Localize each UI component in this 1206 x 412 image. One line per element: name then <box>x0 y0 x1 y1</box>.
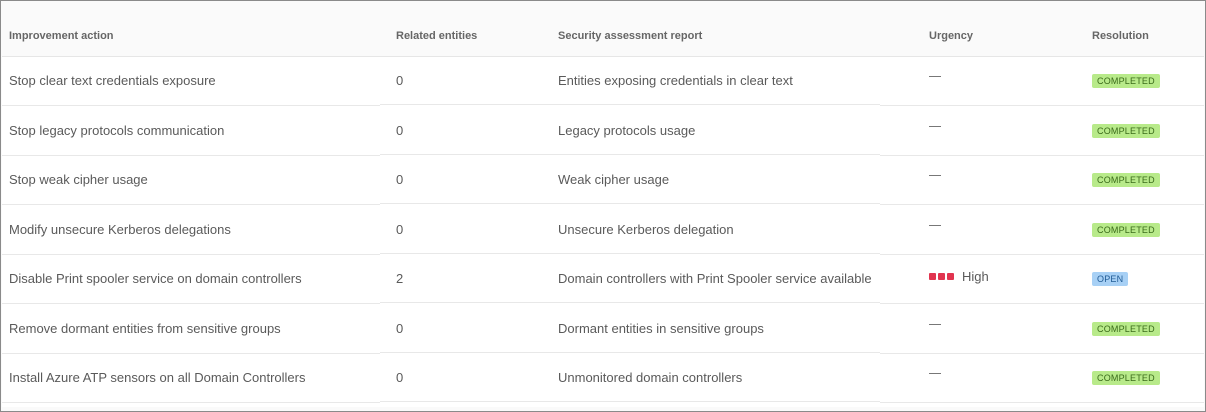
security-assessment-report-cell[interactable]: Entities exposing credentials in clear t… <box>558 56 878 105</box>
improvement-action-cell[interactable]: Disable Print spooler service on domain … <box>9 254 389 303</box>
related-entities-cell: 0 <box>396 123 404 138</box>
related-entities-cell: 0 <box>396 73 404 88</box>
row-divider <box>380 401 880 402</box>
urgency-cell <box>929 205 1079 254</box>
security-assessment-report-cell[interactable]: Legacy protocols usage <box>558 106 878 155</box>
urgency-none-dash <box>929 373 941 374</box>
resolution-cell: COMPLETED <box>1092 106 1202 155</box>
table-row[interactable]: Install Azure ATP sensors on all Domain … <box>2 353 1204 403</box>
improvement-action-cell[interactable]: Remove dormant entities from sensitive g… <box>9 304 389 353</box>
resolution-cell: COMPLETED <box>1092 205 1202 254</box>
related-entities-cell: 2 <box>396 271 404 286</box>
urgency-none-dash <box>929 126 941 127</box>
row-divider <box>880 402 1204 403</box>
improvement-actions-table: Improvement action Related entities Secu… <box>2 15 1204 407</box>
urgency-none-dash <box>929 324 941 325</box>
column-header-urgency[interactable]: Urgency <box>929 15 1079 56</box>
status-badge-completed: COMPLETED <box>1092 370 1160 385</box>
status-badge-completed: COMPLETED <box>1092 321 1160 336</box>
column-header-improvement-action[interactable]: Improvement action <box>9 15 389 56</box>
improvement-action-cell[interactable]: Stop legacy protocols communication <box>9 106 389 155</box>
security-assessment-report-cell[interactable]: Unmonitored domain controllers <box>558 353 878 402</box>
table-row[interactable]: Modify unsecure Kerberos delegations 0 Uns… <box>2 205 1204 255</box>
table-row[interactable]: Stop legacy protocols communication 0 Lega… <box>2 106 1204 156</box>
urgency-bars-icon <box>929 273 954 280</box>
table-row[interactable]: Remove dormant entities from sensitive g… <box>2 304 1204 354</box>
urgency-cell <box>929 304 1079 353</box>
related-entities-cell: 0 <box>396 172 404 187</box>
urgency-none-dash <box>929 175 941 176</box>
improvement-action-cell[interactable]: Stop clear text credentials exposure <box>9 56 389 105</box>
improvement-action-cell[interactable]: Modify unsecure Kerberos delegations <box>9 205 389 254</box>
resolution-cell: COMPLETED <box>1092 353 1202 402</box>
row-divider <box>380 302 880 303</box>
column-header-related-entities[interactable]: Related entities <box>396 15 546 56</box>
status-badge-completed: COMPLETED <box>1092 172 1160 187</box>
security-assessment-report-cell[interactable]: Unsecure Kerberos delegation <box>558 205 878 254</box>
row-divider <box>380 203 880 204</box>
urgency-cell <box>929 155 1079 204</box>
related-entities-cell: 0 <box>396 370 404 385</box>
row-divider <box>380 104 880 105</box>
urgency-cell: High <box>929 254 1079 303</box>
urgency-cell <box>929 56 1079 105</box>
table-row[interactable]: Disable Print spooler service on domain … <box>2 254 1204 304</box>
improvement-action-cell[interactable]: Install Azure ATP sensors on all Domain … <box>9 353 389 402</box>
urgency-label: High <box>962 269 989 284</box>
resolution-cell: OPEN <box>1092 254 1202 303</box>
table-row[interactable]: Stop clear text credentials exposure 0 Ent… <box>2 56 1204 106</box>
urgency-cell <box>929 106 1079 155</box>
security-assessment-frame: Improvement action Related entities Secu… <box>0 0 1206 412</box>
improvement-action-cell[interactable]: Stop weak cipher usage <box>9 155 389 204</box>
resolution-cell: COMPLETED <box>1092 155 1202 204</box>
security-assessment-report-cell[interactable]: Domain controllers with Print Spooler se… <box>558 254 878 303</box>
status-badge-completed: COMPLETED <box>1092 73 1160 88</box>
related-entities-cell: 0 <box>396 222 404 237</box>
security-assessment-report-cell[interactable]: Dormant entities in sensitive groups <box>558 304 878 353</box>
table-row[interactable]: Stop weak cipher usage 0 Weak cipher usage… <box>2 155 1204 205</box>
security-assessment-report-cell[interactable]: Weak cipher usage <box>558 155 878 204</box>
status-badge-open: OPEN <box>1092 271 1129 286</box>
urgency-none-dash <box>929 76 941 77</box>
column-header-resolution[interactable]: Resolution <box>1092 15 1202 56</box>
resolution-cell: COMPLETED <box>1092 304 1202 353</box>
resolution-cell: COMPLETED <box>1092 56 1202 105</box>
column-header-security-assessment-report[interactable]: Security assessment report <box>558 15 878 56</box>
status-badge-completed: COMPLETED <box>1092 222 1160 237</box>
related-entities-cell: 0 <box>396 321 404 336</box>
status-badge-completed: COMPLETED <box>1092 123 1160 138</box>
urgency-high-indicator: High <box>929 269 989 284</box>
table-header-row: Improvement action Related entities Secu… <box>2 15 1204 57</box>
urgency-none-dash <box>929 225 941 226</box>
urgency-cell <box>929 353 1079 402</box>
row-divider <box>2 402 380 403</box>
